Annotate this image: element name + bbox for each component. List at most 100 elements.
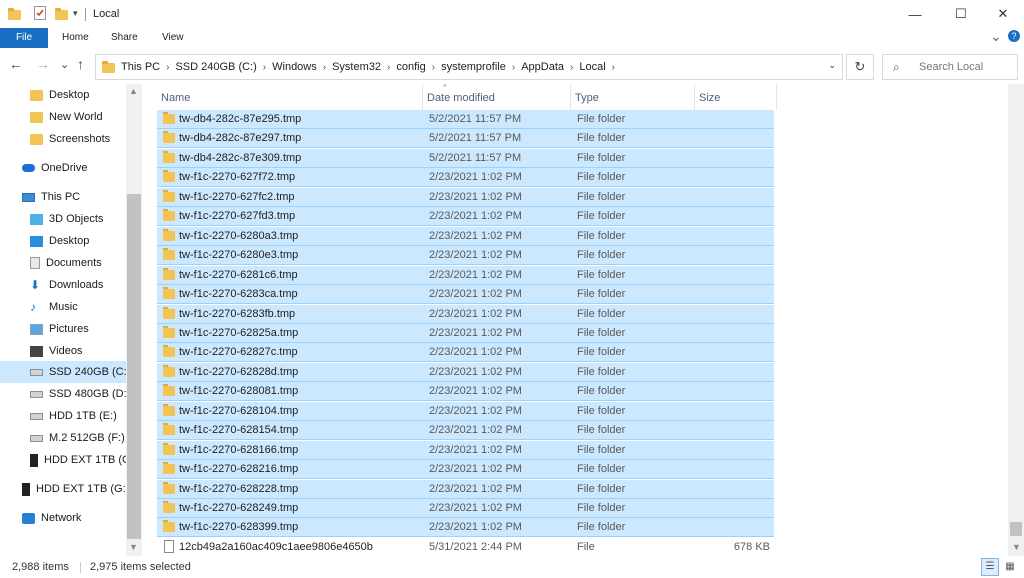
sidebar-item[interactable]: Screenshots — [0, 128, 126, 150]
breadcrumb-chevron-icon[interactable]: › — [567, 62, 576, 73]
sidebar-item[interactable]: 3D Objects — [0, 208, 126, 230]
forward-button[interactable]: → — [36, 56, 50, 72]
customize-toolbar-icon[interactable]: ▾ — [73, 8, 78, 19]
sidebar-item[interactable]: SSD 480GB (D:) — [0, 383, 130, 405]
table-row[interactable]: tw-f1c-2270-627f72.tmp 2/23/2021 1:02 PM F… — [157, 168, 774, 187]
back-button[interactable]: ← — [9, 56, 23, 72]
details-view-icon[interactable]: ☰ — [981, 558, 999, 576]
scrollbar-thumb[interactable] — [127, 194, 141, 539]
breadcrumb-item[interactable]: systemprofile — [438, 61, 509, 73]
table-row[interactable]: tw-f1c-2270-62825a.tmp 2/23/2021 1:02 PM F… — [157, 324, 774, 343]
table-row[interactable]: tw-f1c-2270-6280e3.tmp 2/23/2021 1:02 PM F… — [157, 246, 774, 265]
column-type[interactable]: Type — [571, 84, 695, 110]
breadcrumb-chevron-icon[interactable]: › — [384, 62, 393, 73]
drive-icon — [30, 434, 43, 442]
search-box[interactable]: ⌕ Search Local — [882, 54, 1018, 80]
search-input[interactable]: Search Local — [919, 61, 983, 73]
file-type: File folder — [577, 444, 626, 456]
new-folder-icon[interactable] — [55, 8, 68, 20]
table-row[interactable]: tw-db4-282c-87e297.tmp 5/2/2021 11:57 PM F… — [157, 129, 774, 148]
breadcrumb-chevron-icon[interactable]: › — [163, 62, 172, 73]
table-row[interactable]: tw-f1c-2270-627fc2.tmp 2/23/2021 1:02 PM F… — [157, 188, 774, 207]
breadcrumb-chevron-icon[interactable]: › — [609, 62, 618, 73]
sidebar-item[interactable]: Desktop — [0, 230, 126, 252]
scroll-down-icon[interactable]: ▼ — [129, 542, 138, 552]
table-row[interactable]: tw-f1c-2270-62827c.tmp 2/23/2021 1:02 PM F… — [157, 343, 774, 362]
breadcrumb-item[interactable]: AppData — [518, 61, 567, 73]
table-row[interactable]: tw-f1c-2270-6280a3.tmp 2/23/2021 1:02 PM F… — [157, 227, 774, 246]
table-row[interactable]: tw-f1c-2270-628399.tmp 2/23/2021 1:02 PM F… — [157, 518, 774, 537]
table-row[interactable]: tw-f1c-2270-6283ca.tmp 2/23/2021 1:02 PM F… — [157, 285, 774, 304]
table-row[interactable]: tw-f1c-2270-628081.tmp 2/23/2021 1:02 PM F… — [157, 382, 774, 401]
sidebar-item[interactable]: Pictures — [0, 318, 126, 340]
sidebar-item[interactable]: HDD EXT 1TB (G:) — [0, 478, 129, 500]
sidebar-item[interactable]: HDD EXT 1TB (G:) — [0, 449, 137, 471]
table-row[interactable]: tw-f1c-2270-628166.tmp 2/23/2021 1:02 PM F… — [157, 441, 774, 460]
tab-share[interactable]: Share — [101, 28, 148, 48]
scrollbar-thumb[interactable] — [1010, 522, 1022, 536]
table-row[interactable]: tw-f1c-2270-628104.tmp 2/23/2021 1:02 PM F… — [157, 402, 774, 421]
tab-view[interactable]: View — [152, 28, 194, 48]
sidebar-item[interactable]: Videos — [0, 340, 126, 362]
sidebar-item-label: Desktop — [49, 235, 90, 247]
properties-icon[interactable] — [34, 6, 46, 20]
column-size[interactable]: Size — [695, 84, 777, 110]
scroll-down-icon[interactable]: ▼ — [1012, 542, 1021, 552]
breadcrumb-item[interactable]: Local — [576, 61, 608, 73]
table-row[interactable]: tw-f1c-2270-6281c6.tmp 2/23/2021 1:02 PM F… — [157, 266, 774, 285]
tab-file[interactable]: File — [0, 28, 48, 48]
table-row[interactable]: tw-f1c-2270-628249.tmp 2/23/2021 1:02 PM F… — [157, 499, 774, 518]
sidebar-item[interactable]: Documents — [0, 252, 126, 274]
navigation-scrollbar[interactable]: ▲ ▼ — [126, 84, 142, 556]
table-row[interactable]: tw-f1c-2270-6283fb.tmp 2/23/2021 1:02 PM F… — [157, 305, 774, 324]
column-name[interactable]: Name — [157, 84, 423, 110]
address-bar[interactable]: This PC › SSD 240GB (C:) › Windows › System32 ›… — [95, 54, 843, 80]
address-dropdown-icon[interactable]: ⌄ — [828, 60, 836, 71]
table-row[interactable]: tw-f1c-2270-628154.tmp 2/23/2021 1:02 PM F… — [157, 421, 774, 440]
sidebar-item[interactable]: OneDrive — [0, 157, 126, 179]
table-row[interactable]: tw-f1c-2270-628216.tmp 2/23/2021 1:02 PM F… — [157, 460, 774, 479]
close-button[interactable]: ✕ — [980, 0, 1024, 28]
sidebar-item[interactable]: ⬇ Downloads — [0, 274, 126, 296]
up-button[interactable]: ↑ — [77, 56, 84, 72]
file-type: File folder — [577, 424, 626, 436]
sidebar-item[interactable]: ♪ Music — [0, 296, 126, 318]
recent-locations-button[interactable]: ⌄ — [60, 58, 69, 71]
folder-icon — [163, 268, 175, 280]
breadcrumb-item[interactable]: System32 — [329, 61, 384, 73]
breadcrumb-item[interactable]: This PC — [118, 61, 163, 73]
expand-ribbon-icon[interactable]: ⌄ — [990, 28, 1002, 45]
sidebar-item[interactable]: New World — [0, 106, 126, 128]
file-size — [694, 518, 770, 537]
table-row[interactable]: tw-f1c-2270-628228.tmp 2/23/2021 1:02 PM F… — [157, 480, 774, 499]
sidebar-item[interactable]: SSD 240GB (C:) — [0, 361, 130, 383]
large-icons-view-icon[interactable]: ▦ — [1001, 558, 1019, 576]
breadcrumb-item[interactable]: config — [393, 61, 428, 73]
table-row[interactable]: 12cb49a2a160ac409c1aee9806e4650b 5/31/202… — [157, 538, 774, 557]
breadcrumb-chevron-icon[interactable]: › — [509, 62, 518, 73]
refresh-button[interactable]: ↻ — [846, 54, 874, 80]
sidebar-item[interactable]: Desktop — [0, 84, 126, 106]
sidebar-item[interactable]: M.2 512GB (F:) — [0, 427, 126, 449]
maximize-button[interactable]: ☐ — [938, 0, 984, 28]
table-row[interactable]: tw-db4-282c-87e295.tmp 5/2/2021 11:57 PM F… — [157, 110, 774, 129]
help-icon[interactable]: ? — [1008, 30, 1020, 42]
table-row[interactable]: tw-db4-282c-87e309.tmp 5/2/2021 11:57 PM F… — [157, 149, 774, 168]
tab-home[interactable]: Home — [52, 28, 99, 48]
breadcrumb-chevron-icon[interactable]: › — [260, 62, 269, 73]
table-row[interactable]: tw-f1c-2270-62828d.tmp 2/23/2021 1:02 PM F… — [157, 363, 774, 382]
breadcrumb-item[interactable]: Windows — [269, 61, 320, 73]
table-row[interactable]: tw-f1c-2270-627fd3.tmp 2/23/2021 1:02 PM F… — [157, 207, 774, 226]
sidebar-item[interactable]: Network — [0, 507, 126, 529]
file-list-scrollbar[interactable]: ▼ — [1008, 84, 1024, 556]
minimize-button[interactable]: — — [892, 0, 938, 28]
breadcrumb-chevron-icon[interactable]: › — [320, 62, 329, 73]
breadcrumb-item[interactable]: SSD 240GB (C:) — [172, 61, 259, 73]
sidebar-item[interactable]: HDD 1TB (E:) — [0, 405, 126, 427]
sidebar-item[interactable]: This PC — [0, 186, 126, 208]
column-date-modified[interactable]: Date modified — [423, 84, 571, 110]
breadcrumb-chevron-icon[interactable]: › — [429, 62, 438, 73]
file-size — [694, 129, 770, 148]
scroll-up-icon[interactable]: ▲ — [129, 86, 138, 96]
file-date-modified: 2/23/2021 1:02 PM — [429, 424, 522, 436]
